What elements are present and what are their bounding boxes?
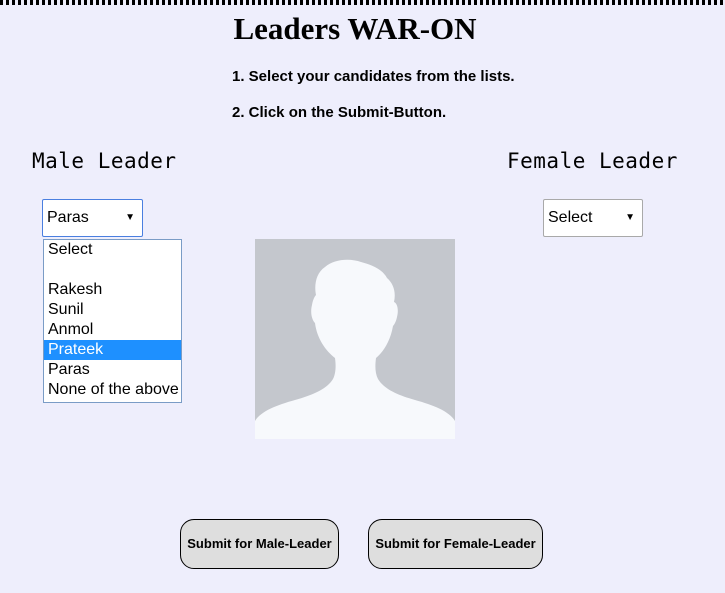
person-silhouette-icon xyxy=(255,259,455,439)
female-select-value: Select xyxy=(548,209,593,226)
male-leader-dropdown-list[interactable]: Select Rakesh Sunil Anmol Prateek Paras … xyxy=(43,239,182,403)
candidate-avatar xyxy=(255,239,455,439)
top-dotted-border xyxy=(0,0,725,5)
male-select-value: Paras xyxy=(47,209,89,226)
female-leader-label: Female Leader xyxy=(507,149,678,173)
dropdown-option-prateek[interactable]: Prateek xyxy=(44,340,181,360)
dropdown-option-select[interactable]: Select xyxy=(44,240,181,260)
instruction-step-1: 1. Select your candidates from the lists… xyxy=(232,68,515,85)
caret-down-icon: ▼ xyxy=(625,212,635,223)
dropdown-option-rakesh[interactable]: Rakesh xyxy=(44,280,181,300)
submit-male-leader-button[interactable]: Submit for Male-Leader xyxy=(180,519,339,569)
male-leader-select[interactable]: Paras ▼ xyxy=(42,199,143,237)
male-leader-label: Male Leader xyxy=(32,149,177,173)
dropdown-option-blank[interactable] xyxy=(44,260,181,280)
female-leader-select[interactable]: Select ▼ xyxy=(543,199,643,237)
submit-female-leader-button[interactable]: Submit for Female-Leader xyxy=(368,519,543,569)
dropdown-option-paras[interactable]: Paras xyxy=(44,360,181,380)
instruction-step-2: 2. Click on the Submit-Button. xyxy=(232,104,447,121)
dropdown-option-anmol[interactable]: Anmol xyxy=(44,320,181,340)
caret-down-icon: ▼ xyxy=(125,212,135,223)
dropdown-option-none-of-the-above[interactable]: None of the above xyxy=(44,380,181,400)
dropdown-option-sunil[interactable]: Sunil xyxy=(44,300,181,320)
page-title: Leaders WAR-ON xyxy=(233,11,477,46)
